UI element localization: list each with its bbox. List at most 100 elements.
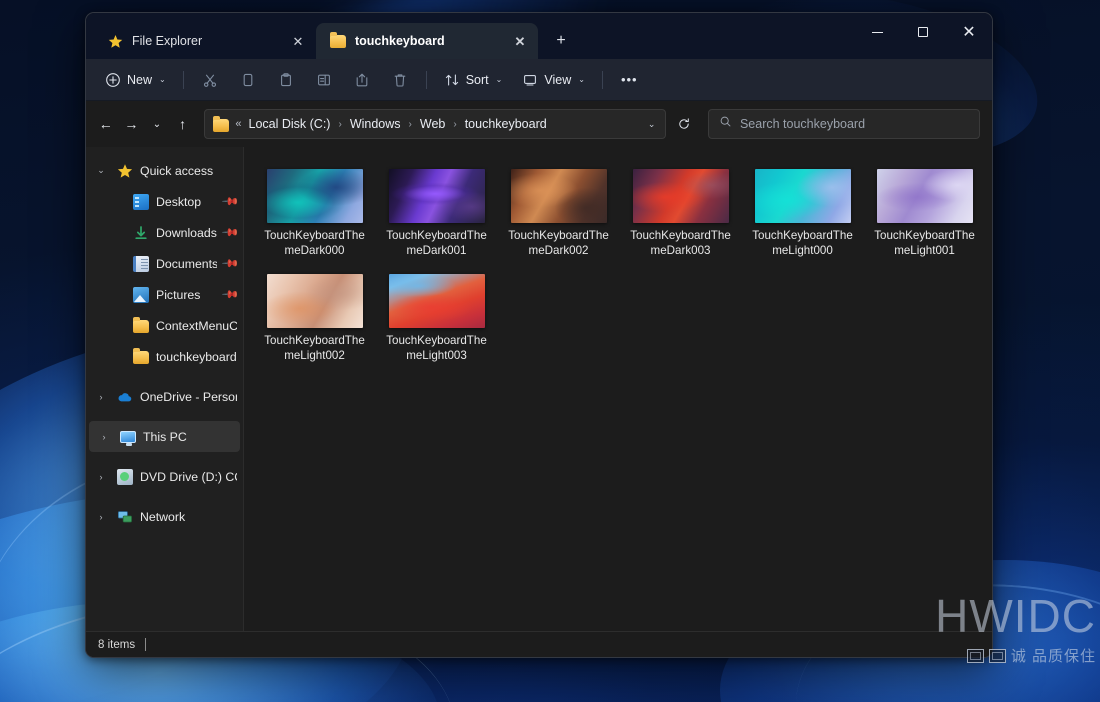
sidebar-item-documents[interactable]: › Documents 📌: [86, 248, 243, 279]
chevron-down-icon[interactable]: ⌄: [92, 165, 110, 176]
breadcrumb-item[interactable]: touchkeyboard: [462, 116, 550, 132]
chevron-down-icon: ⌄: [578, 75, 585, 84]
minimize-button[interactable]: [854, 13, 900, 51]
address-bar: ← → ⌄ ↑ « Local Disk (C:) › Windows › We…: [86, 101, 992, 147]
new-button[interactable]: New ⌄: [96, 65, 175, 95]
sidebar-item-onedrive[interactable]: › OneDrive - Personal: [86, 381, 243, 412]
sidebar-item-contextmenucust[interactable]: › ContextMenuCust: [86, 310, 243, 341]
refresh-button[interactable]: [672, 109, 696, 139]
close-button[interactable]: ✕: [946, 13, 992, 51]
file-item[interactable]: TouchKeyboardThemeDark001: [380, 165, 493, 264]
status-separator: [145, 638, 147, 651]
cut-button[interactable]: [192, 65, 228, 95]
sidebar-item-network[interactable]: › Network: [86, 501, 243, 532]
file-thumbnail: [510, 169, 607, 223]
chevron-right-icon[interactable]: ›: [92, 472, 110, 482]
navigation-pane: ⌄ Quick access › Desktop 📌 › Downloads 📌: [86, 147, 244, 631]
file-thumbnail: [266, 274, 363, 328]
breadcrumb-bar[interactable]: « Local Disk (C:) › Windows › Web › touc…: [204, 109, 667, 139]
sidebar-item-dvd-drive[interactable]: › DVD Drive (D:) CCCO: [86, 461, 243, 492]
toolbar-separator-3: [601, 70, 603, 89]
tab-file-explorer[interactable]: File Explorer ✕: [94, 23, 316, 59]
view-button[interactable]: View ⌄: [513, 65, 594, 95]
file-name: TouchKeyboardThemeDark003: [630, 229, 731, 257]
file-item[interactable]: TouchKeyboardThemeDark002: [502, 165, 615, 264]
up-button[interactable]: ↑: [171, 109, 195, 139]
delete-button[interactable]: [382, 65, 418, 95]
breadcrumb-overflow-icon[interactable]: «: [235, 118, 242, 130]
file-item[interactable]: TouchKeyboardThemeLight003: [380, 270, 493, 369]
sidebar-scrollbar[interactable]: [240, 147, 243, 631]
breadcrumb-item[interactable]: Windows: [347, 116, 404, 132]
file-thumbnail: [388, 169, 485, 223]
sidebar-item-label: Downloads: [156, 225, 217, 240]
file-thumbnail: [632, 169, 729, 223]
back-button[interactable]: ←: [94, 109, 118, 139]
status-bar: 8 items: [86, 631, 992, 657]
file-name: TouchKeyboardThemeDark000: [264, 229, 365, 257]
chevron-right-icon[interactable]: ›: [95, 432, 113, 442]
star-icon: [108, 34, 123, 49]
tab-strip: File Explorer ✕ touchkeyboard ✕ +: [94, 13, 576, 59]
paste-icon: [278, 72, 294, 88]
new-tab-button[interactable]: +: [546, 26, 576, 56]
tab-touchkeyboard[interactable]: touchkeyboard ✕: [316, 23, 538, 59]
search-input[interactable]: [739, 117, 969, 131]
file-name: TouchKeyboardThemeLight001: [874, 229, 975, 257]
tab-close-button[interactable]: ✕: [510, 31, 530, 51]
twisty-placeholder: ›: [108, 197, 126, 207]
more-options-button[interactable]: •••: [611, 65, 648, 95]
chevron-down-icon: ⌄: [495, 75, 503, 84]
file-item[interactable]: TouchKeyboardThemeDark003: [624, 165, 737, 264]
file-item[interactable]: TouchKeyboardThemeDark000: [258, 165, 371, 264]
file-name: TouchKeyboardThemeLight000: [752, 229, 853, 257]
file-list-view[interactable]: TouchKeyboardThemeDark000 TouchKeyboardT…: [244, 147, 992, 631]
pin-icon[interactable]: 📌: [221, 254, 239, 273]
twisty-placeholder: ›: [108, 259, 126, 269]
copy-button[interactable]: [230, 65, 266, 95]
desktop-icon: [133, 193, 149, 210]
tab-close-button[interactable]: ✕: [288, 31, 308, 51]
chevron-down-icon: ⌄: [159, 75, 166, 84]
sidebar-item-touchkeyboard[interactable]: › touchkeyboard: [86, 341, 243, 372]
pin-icon[interactable]: 📌: [221, 223, 239, 242]
sidebar-item-label: ContextMenuCust: [156, 318, 237, 333]
view-button-label: View: [544, 72, 572, 87]
sidebar-item-label: Quick access: [140, 163, 214, 178]
paste-button[interactable]: [268, 65, 304, 95]
sidebar-item-this-pc[interactable]: › This PC: [89, 421, 240, 452]
pin-icon[interactable]: 📌: [221, 192, 239, 211]
file-name: TouchKeyboardThemeLight002: [264, 334, 365, 362]
sidebar-item-desktop[interactable]: › Desktop 📌: [86, 186, 243, 217]
file-item[interactable]: TouchKeyboardThemeLight000: [746, 165, 859, 264]
maximize-button[interactable]: [900, 13, 946, 51]
folder-icon: [133, 348, 149, 364]
folder-icon: [330, 31, 346, 48]
network-icon: [117, 509, 133, 525]
rename-button[interactable]: [306, 65, 342, 95]
sidebar-item-downloads[interactable]: › Downloads 📌: [86, 217, 243, 248]
sidebar-item-pictures[interactable]: › Pictures 📌: [86, 279, 243, 310]
chevron-right-icon[interactable]: ›: [92, 512, 110, 522]
pin-icon[interactable]: 📌: [221, 285, 239, 304]
sort-button[interactable]: Sort ⌄: [435, 65, 512, 95]
breadcrumb-separator: ›: [408, 118, 412, 130]
search-box[interactable]: [707, 109, 980, 139]
file-item[interactable]: TouchKeyboardThemeLight002: [258, 270, 371, 369]
share-button[interactable]: [344, 65, 380, 95]
breadcrumb: « Local Disk (C:) › Windows › Web › touc…: [235, 116, 637, 132]
forward-button[interactable]: →: [120, 109, 144, 139]
copy-icon: [240, 72, 256, 88]
sidebar-item-quick-access[interactable]: ⌄ Quick access: [86, 155, 243, 186]
ellipsis-icon: •••: [620, 72, 638, 87]
breadcrumb-item[interactable]: Web: [417, 116, 448, 132]
file-item[interactable]: TouchKeyboardThemeLight001: [868, 165, 981, 264]
breadcrumb-item[interactable]: Local Disk (C:): [246, 116, 334, 132]
sidebar-item-label: Pictures: [156, 287, 201, 302]
breadcrumb-dropdown-icon[interactable]: ⌄: [642, 119, 662, 130]
recent-locations-button[interactable]: ⌄: [145, 109, 169, 139]
chevron-right-icon[interactable]: ›: [92, 392, 110, 402]
folder-icon: [213, 115, 230, 132]
dvd-drive-icon: [117, 468, 133, 485]
